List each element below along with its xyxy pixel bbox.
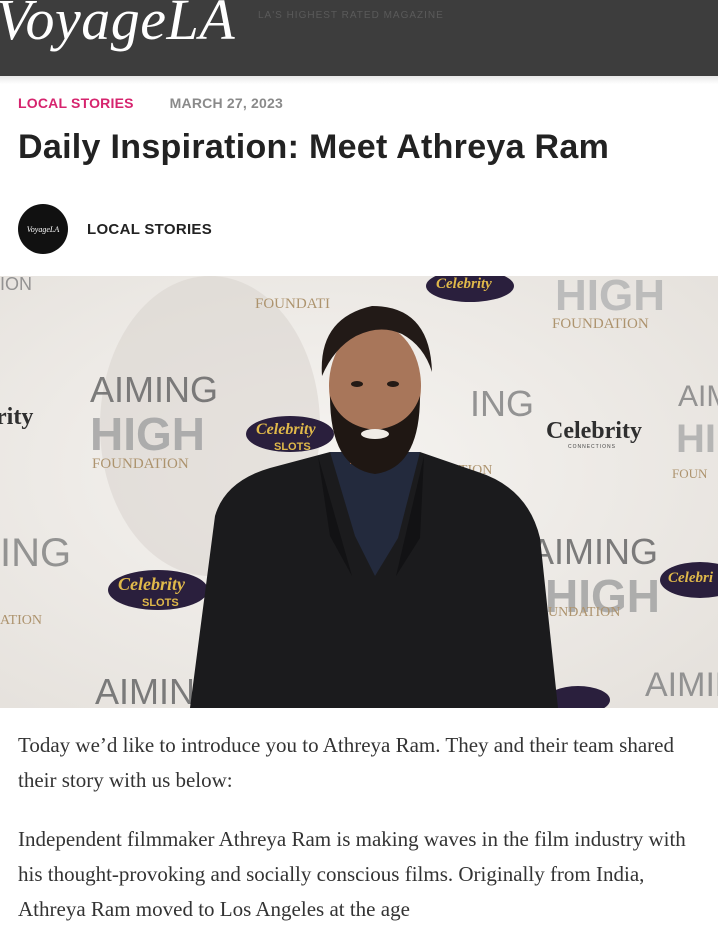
backdrop-slots-text: SLOTS: [274, 441, 311, 453]
site-header: VoyageLA LA'S HIGHEST RATED MAGAZINE: [0, 0, 718, 76]
backdrop-celebrity-text: Celebrity: [546, 418, 642, 444]
header-divider: [0, 76, 718, 84]
featured-photo-image: AIMING HIGH FOUNDATION AIMING HIGH UNDAT…: [0, 276, 718, 708]
featured-photo: AIMING HIGH FOUNDATION AIMING HIGH UNDAT…: [0, 276, 718, 708]
site-logo[interactable]: VoyageLA: [0, 0, 235, 53]
svg-text:HIGH: HIGH: [555, 276, 665, 320]
svg-text:HI: HI: [676, 417, 716, 461]
svg-text:AIM: AIM: [678, 380, 718, 413]
svg-text:Celebrity: Celebrity: [118, 574, 186, 594]
intro-paragraph: Today we’d like to introduce you to Athr…: [18, 733, 674, 792]
backdrop-aiming-text: AIMING: [90, 369, 218, 410]
svg-text:Celebrity: Celebrity: [436, 276, 492, 292]
svg-text:ATION: ATION: [0, 613, 42, 628]
svg-text:Celebri: Celebri: [668, 570, 714, 586]
author-name[interactable]: LOCAL STORIES: [87, 221, 212, 238]
avatar-logo-text: VoyageLA: [26, 224, 60, 234]
svg-text:AIMIN: AIMIN: [95, 671, 195, 708]
svg-text:AIMING: AIMING: [530, 531, 658, 572]
svg-text:Celebrity: Celebrity: [256, 421, 316, 438]
author-avatar[interactable]: VoyageLA: [18, 204, 68, 254]
svg-text:ION: ION: [0, 276, 32, 294]
category-link[interactable]: LOCAL STORIES: [18, 95, 134, 111]
backdrop-foundation-text: FOUNDATION: [92, 456, 189, 472]
svg-text:UNDATION: UNDATION: [548, 605, 620, 620]
svg-text:ING: ING: [0, 531, 71, 575]
backdrop-connections-text: CONNECTIONS: [568, 444, 616, 450]
svg-text:FOUN: FOUN: [672, 466, 708, 481]
svg-text:SLOTS: SLOTS: [142, 597, 179, 609]
article-title: Daily Inspiration: Meet Athreya Ram: [18, 128, 610, 166]
backdrop-high-text: HIGH: [90, 408, 205, 460]
article-meta: LOCAL STORIES MARCH 27, 2023: [18, 95, 283, 113]
svg-text:rity: rity: [0, 404, 33, 430]
body-paragraph: Independent filmmaker Athreya Ram is mak…: [18, 827, 686, 921]
publish-date: MARCH 27, 2023: [169, 95, 283, 111]
site-tagline: LA'S HIGHEST RATED MAGAZINE: [258, 10, 444, 21]
svg-text:ING: ING: [470, 383, 534, 424]
svg-text:FOUNDATI: FOUNDATI: [255, 296, 330, 312]
svg-text:AIMIN: AIMIN: [645, 666, 718, 704]
